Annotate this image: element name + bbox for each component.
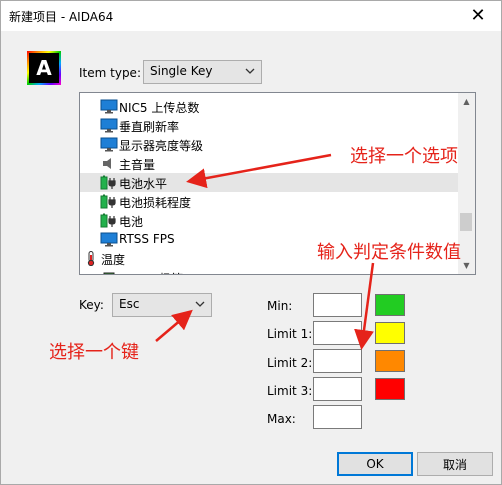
window-title: 新建项目 - AIDA64 [9,10,114,24]
monitor-icon [100,137,118,152]
limit1-input[interactable] [313,321,362,345]
list-item-label: 温度 [101,253,126,267]
item-type-select[interactable]: Single Key [143,60,262,84]
limit3-color-swatch[interactable] [375,378,405,400]
limit1-label: Limit 1: [267,327,313,341]
title-bar: 新建项目 - AIDA64 ✕ [1,1,501,31]
min-color-swatch[interactable] [375,294,405,316]
limit3-input[interactable] [313,377,362,401]
list-item-label: RTSS FPS [119,232,175,246]
arrow-to-threshold-inputs [354,262,375,350]
logo-letter: A [29,53,59,83]
list-item[interactable]: 电池 [80,211,460,230]
battery-plug-icon [100,194,118,209]
list-item-label: CPU 二极管 [119,270,183,274]
monitor-icon [100,118,118,133]
ok-button[interactable]: OK [337,452,413,476]
max-input[interactable] [313,405,362,429]
list-item-label: 主音量 [119,158,156,172]
list-item[interactable]: NIC5 上传总数 [80,97,460,116]
close-button[interactable]: ✕ [455,1,501,31]
list-item[interactable]: 垂直刷新率 [80,116,460,135]
chip-icon [100,270,118,274]
arrow-to-key-select [155,309,193,342]
limit1-color-swatch[interactable] [375,322,405,344]
aida64-logo: A [27,51,61,85]
monitor-icon [100,232,118,247]
list-item[interactable]: 电池水平 [80,173,460,192]
cancel-button[interactable]: 取消 [417,452,493,476]
limit2-color-swatch[interactable] [375,350,405,372]
list-item-label: 电池 [119,215,144,229]
key-select[interactable]: Esc [112,293,212,317]
annotation-enter-values: 输入判定条件数值 [317,242,461,263]
list-item[interactable]: 电池损耗程度 [80,192,460,211]
limit3-label: Limit 3: [267,384,313,398]
list-item-label: 垂直刷新率 [119,120,180,134]
thermometer-icon [82,251,100,267]
limit2-label: Limit 2: [267,356,313,370]
list-item-label: NIC5 上传总数 [119,101,200,115]
list-item-label: 电池水平 [119,177,168,191]
item-type-label: Item type: [79,66,141,80]
dialog-window: 新建项目 - AIDA64 ✕ A Item type: Single Key … [0,0,502,485]
scroll-thumb[interactable] [460,213,472,231]
min-input[interactable] [313,293,362,317]
min-label: Min: [267,299,293,313]
list-item-label: 显示器亮度等级 [119,139,204,153]
battery-plug-icon [100,175,118,190]
annotation-choose-option: 选择一个选项 [350,146,458,167]
key-label: Key: [79,298,104,312]
scroll-up-arrow-icon[interactable]: ▲ [458,93,475,110]
item-type-value: Single Key [150,64,213,78]
chevron-down-icon [245,68,255,74]
monitor-icon [100,99,118,114]
battery-plug-icon [100,213,118,228]
max-label: Max: [267,412,296,426]
list-item-label: 电池损耗程度 [119,196,192,210]
speaker-icon [100,156,118,171]
annotation-choose-key: 选择一个键 [49,342,139,363]
list-item[interactable]: CPU 二极管 [80,268,460,274]
limit2-input[interactable] [313,349,362,373]
key-value: Esc [119,297,140,311]
chevron-down-icon [195,301,205,307]
